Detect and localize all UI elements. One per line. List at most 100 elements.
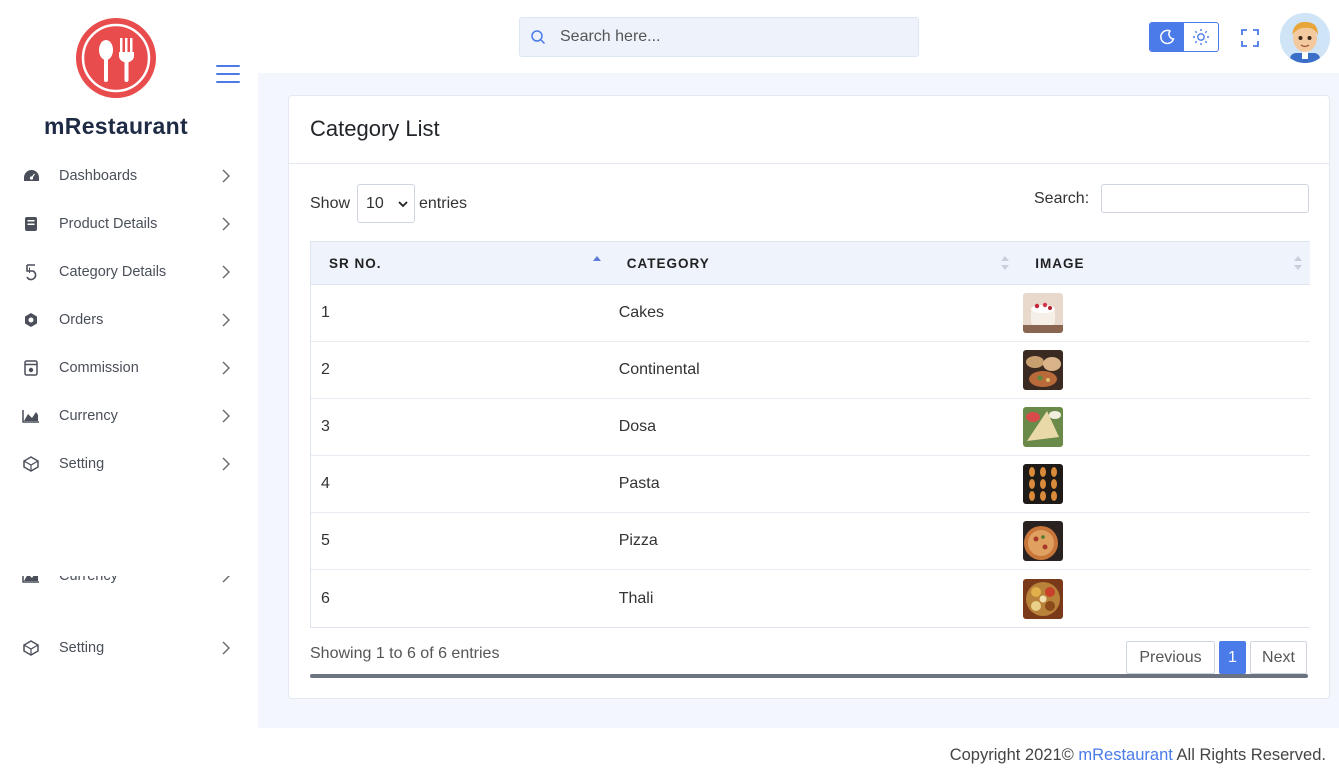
user-avatar-icon bbox=[1280, 13, 1330, 63]
divider bbox=[289, 163, 1329, 164]
chevron-right-icon bbox=[222, 457, 230, 471]
chevron-right-icon bbox=[222, 361, 230, 375]
cakes-image bbox=[1023, 293, 1064, 333]
sidebar-item-setting-duplicate[interactable]: Setting bbox=[0, 624, 258, 672]
sidebar-item-label: Commission bbox=[59, 360, 139, 376]
sidebar-item-label: Setting bbox=[59, 456, 105, 472]
sidebar-item-label: Dashboards bbox=[59, 168, 138, 184]
footer-brand-link[interactable]: mRestaurant bbox=[1078, 746, 1172, 764]
brand-name: mRestaurant bbox=[44, 113, 188, 139]
brand-logo[interactable]: mRestaurant bbox=[40, 16, 192, 140]
chevron-right-icon bbox=[222, 265, 230, 279]
previous-page-button[interactable]: Previous bbox=[1126, 641, 1215, 674]
chevron-right-icon bbox=[222, 576, 230, 583]
global-search[interactable] bbox=[519, 17, 919, 57]
footer: Copyright 2021© mRestaurant All Rights R… bbox=[950, 746, 1326, 765]
table-header: SR NO. CATEGORY IMAGE bbox=[311, 242, 1310, 285]
entries-select-value: 10 bbox=[366, 194, 384, 212]
sidebar-item-currency-duplicate[interactable]: Currency bbox=[0, 576, 258, 624]
table-row: 6 Thali bbox=[311, 570, 1310, 627]
horizontal-scrollbar[interactable] bbox=[310, 674, 1308, 678]
cell-category: Continental bbox=[618, 361, 700, 378]
product-icon bbox=[22, 215, 40, 233]
category-list-card: Category List Show 10 entries Search: SR… bbox=[288, 95, 1330, 699]
table-info: Showing 1 to 6 of 6 entries bbox=[310, 645, 500, 662]
search-icon bbox=[531, 30, 546, 45]
column-category[interactable]: CATEGORY bbox=[609, 242, 1018, 285]
sidebar-item-product-details[interactable]: Product Details bbox=[0, 200, 258, 248]
table-row: 1 Cakes bbox=[311, 285, 1310, 342]
chevron-right-icon bbox=[222, 409, 230, 423]
sidebar-item-orders[interactable]: Orders bbox=[0, 296, 258, 344]
fullscreen-icon[interactable] bbox=[1240, 28, 1260, 48]
setting-icon bbox=[22, 455, 40, 473]
category-icon bbox=[22, 263, 40, 281]
sidebar-item-commission[interactable]: Commission bbox=[0, 344, 258, 392]
cell-category: Pasta bbox=[618, 475, 660, 492]
currency-icon bbox=[22, 576, 40, 585]
page-1-button[interactable]: 1 bbox=[1219, 641, 1246, 674]
thali-image bbox=[1023, 578, 1064, 619]
dosa-image bbox=[1023, 407, 1064, 447]
footer-rights: All Rights Reserved. bbox=[1172, 746, 1326, 764]
next-page-button[interactable]: Next bbox=[1250, 641, 1307, 674]
commission-icon bbox=[22, 359, 40, 377]
entries-select[interactable]: 10 bbox=[357, 184, 415, 223]
cell-category: Pizza bbox=[618, 532, 658, 549]
page-title: Category List bbox=[310, 116, 440, 141]
currency-icon bbox=[22, 407, 40, 425]
table-row: 2 Continental bbox=[311, 342, 1310, 399]
continental-image bbox=[1023, 350, 1064, 390]
chevron-down-icon bbox=[398, 201, 408, 208]
setting-icon bbox=[22, 639, 40, 657]
cell-sr: 3 bbox=[321, 418, 330, 435]
pagination: Previous 1 Next bbox=[1126, 641, 1307, 674]
table-search-input[interactable] bbox=[1101, 184, 1309, 213]
chevron-right-icon bbox=[222, 313, 230, 327]
cell-category: Cakes bbox=[618, 304, 665, 321]
moon-icon bbox=[1160, 29, 1175, 45]
sun-icon bbox=[1193, 29, 1209, 45]
cell-sr: 6 bbox=[321, 589, 330, 607]
cell-sr: 5 bbox=[321, 532, 330, 549]
sidebar-item-dashboards[interactable]: Dashboards bbox=[0, 152, 258, 200]
sidebar-item-category-details[interactable]: Category Details bbox=[0, 248, 258, 296]
column-image[interactable]: IMAGE bbox=[1017, 242, 1310, 285]
light-mode-button[interactable] bbox=[1184, 23, 1218, 51]
sidebar-item-currency[interactable]: Currency bbox=[0, 392, 258, 440]
cell-sr: 4 bbox=[321, 475, 330, 492]
footer-copyright: Copyright 2021© bbox=[949, 746, 1079, 764]
cell-category: Dosa bbox=[618, 418, 657, 435]
table-row: 4 Pasta bbox=[311, 456, 1310, 513]
column-sr-no[interactable]: SR NO. bbox=[311, 242, 609, 285]
menu-toggle-icon[interactable] bbox=[216, 65, 240, 83]
entries-label: entries bbox=[419, 195, 468, 212]
restaurant-logo-icon bbox=[76, 18, 156, 98]
sidebar-item-label: Setting bbox=[59, 640, 105, 656]
sidebar-item-label: Currency bbox=[59, 576, 118, 584]
table-row: 3 Dosa bbox=[311, 399, 1310, 456]
sidebar-item-label: Currency bbox=[59, 408, 118, 424]
sidebar: mRestaurant Dashboards Product Details C… bbox=[0, 0, 258, 784]
chevron-right-icon bbox=[222, 641, 230, 655]
pasta-image bbox=[1023, 464, 1064, 504]
sidebar-item-label: Orders bbox=[59, 312, 104, 328]
category-table: SR NO. CATEGORY IMAGE 1 Cakes 2 Continen… bbox=[310, 241, 1310, 628]
sort-asc-icon bbox=[592, 256, 601, 261]
cell-sr: 1 bbox=[321, 304, 330, 321]
avatar[interactable] bbox=[1280, 13, 1330, 63]
dark-mode-button[interactable] bbox=[1150, 23, 1184, 51]
global-search-input[interactable] bbox=[560, 28, 900, 46]
theme-toggle bbox=[1149, 22, 1219, 52]
sidebar-item-label: Product Details bbox=[59, 216, 158, 232]
sidebar-item-label: Category Details bbox=[59, 264, 167, 280]
table-row: 5 Pizza bbox=[311, 513, 1310, 570]
cell-category: Thali bbox=[618, 589, 654, 607]
chevron-right-icon bbox=[222, 217, 230, 231]
sidebar-menu-duplicate: Currency Setting bbox=[0, 576, 258, 672]
pizza-image bbox=[1023, 521, 1064, 561]
sidebar-item-setting[interactable]: Setting bbox=[0, 440, 258, 488]
sort-icon bbox=[1001, 256, 1010, 270]
sort-icon bbox=[1294, 256, 1302, 270]
cell-sr: 2 bbox=[321, 361, 330, 378]
